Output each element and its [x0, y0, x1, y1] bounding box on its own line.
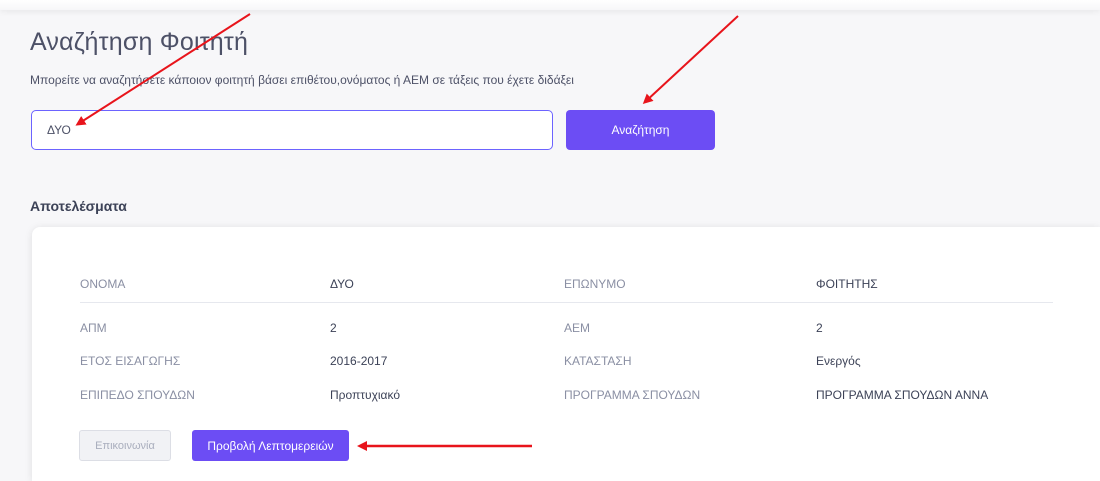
search-input[interactable] — [31, 110, 553, 150]
status-label: ΚΑΤΑΣΤΑΣΗ — [564, 354, 632, 368]
contact-button[interactable]: Επικοινωνία — [79, 430, 171, 461]
program-value: ΠΡΟΓΡΑΜΜΑ ΣΠΟΥΔΩΝ ΑΝΝΑ — [816, 388, 989, 402]
view-details-button[interactable]: Προβολή Λεπτομερειών — [192, 430, 349, 461]
year-label: ΕΤΟΣ ΕΙΣΑΓΩΓΗΣ — [80, 354, 181, 368]
program-label: ΠΡΟΓΡΑΜΜΑ ΣΠΟΥΔΩΝ — [564, 388, 701, 402]
status-value: Ενεργός — [816, 354, 861, 368]
page-title: Αναζήτηση Φοιτητή — [30, 28, 249, 56]
first-name-value: ΔΥΟ — [330, 277, 354, 291]
results-heading: Αποτελέσματα — [30, 198, 127, 214]
apm-label: ΑΠΜ — [80, 321, 107, 335]
year-value: 2016-2017 — [330, 354, 388, 368]
level-value: Προπτυχιακό — [330, 388, 401, 402]
aem-value: 2 — [816, 321, 823, 335]
last-name-label: ΕΠΩΝΥΜΟ — [564, 277, 626, 291]
top-bar-shadow — [0, 0, 1100, 10]
search-button[interactable]: Αναζήτηση — [566, 110, 715, 150]
result-card: ΟΝΟΜΑ ΔΥΟ ΕΠΩΝΥΜΟ ΦΟΙΤΗΤΗΣ ΑΠΜ 2 ΑΕΜ 2 Ε… — [32, 227, 1100, 481]
card-divider — [80, 302, 1053, 303]
aem-label: ΑΕΜ — [564, 321, 591, 335]
first-name-label: ΟΝΟΜΑ — [80, 277, 126, 291]
arrow-to-search-button — [642, 15, 739, 105]
page-subtitle: Μπορείτε να αναζητήσετε κάποιον φοιτητή … — [30, 73, 574, 87]
level-label: ΕΠΙΠΕΔΟ ΣΠΟΥΔΩΝ — [80, 388, 195, 402]
apm-value: 2 — [330, 321, 337, 335]
last-name-value: ΦΟΙΤΗΤΗΣ — [816, 277, 878, 291]
